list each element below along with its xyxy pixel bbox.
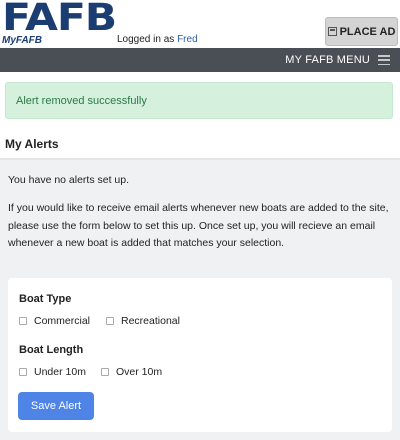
- boat-type-label: Boat Type: [19, 293, 72, 305]
- page-title: My Alerts: [5, 137, 59, 151]
- menu-label[interactable]: MY FAFB MENU: [285, 54, 370, 66]
- fafb-logo[interactable]: FAFB MyFAFB: [0, 0, 117, 48]
- checkbox-over-10m[interactable]: Over 10m: [101, 366, 162, 378]
- navbar: MY FAFB MENU: [0, 48, 400, 72]
- under-10m-label: Under 10m: [34, 366, 86, 378]
- over-10m-checkbox[interactable]: [101, 368, 109, 376]
- hamburger-menu-icon[interactable]: [378, 55, 390, 65]
- under-10m-checkbox[interactable]: [19, 368, 27, 376]
- site-header: FAFB MyFAFB Logged in as Fred PLACE AD: [0, 0, 400, 48]
- user-name-link[interactable]: Fred: [177, 34, 198, 45]
- success-alert: Alert removed successfully: [5, 82, 393, 119]
- login-status: Logged in as Fred: [117, 34, 198, 45]
- ad-icon: [327, 27, 337, 36]
- alert-message: Alert removed successfully: [16, 94, 147, 107]
- place-ad-button[interactable]: PLACE AD: [325, 17, 398, 46]
- checkbox-commercial[interactable]: Commercial: [19, 315, 90, 327]
- recreational-checkbox[interactable]: [106, 317, 114, 325]
- commercial-checkbox[interactable]: [19, 317, 27, 325]
- no-alerts-text: You have no alerts set up.: [8, 174, 130, 186]
- over-10m-label: Over 10m: [116, 366, 163, 378]
- commercial-label: Commercial: [34, 315, 91, 327]
- logo-wordmark: FAFB: [2, 0, 117, 39]
- recreational-label: Recreational: [121, 315, 180, 327]
- save-alert-button[interactable]: Save Alert: [18, 392, 94, 420]
- alerts-description: If you would like to receive email alert…: [8, 202, 389, 249]
- logo-subtitle: MyFAFB: [2, 35, 42, 46]
- checkbox-under-10m[interactable]: Under 10m: [19, 366, 86, 378]
- place-ad-label: PLACE AD: [339, 25, 396, 38]
- login-prefix: Logged in as: [117, 34, 175, 45]
- boat-length-label: Boat Length: [19, 344, 84, 356]
- checkbox-recreational[interactable]: Recreational: [106, 315, 180, 327]
- alert-form-card: Boat Type Commercial Recreational Boat L…: [8, 278, 392, 432]
